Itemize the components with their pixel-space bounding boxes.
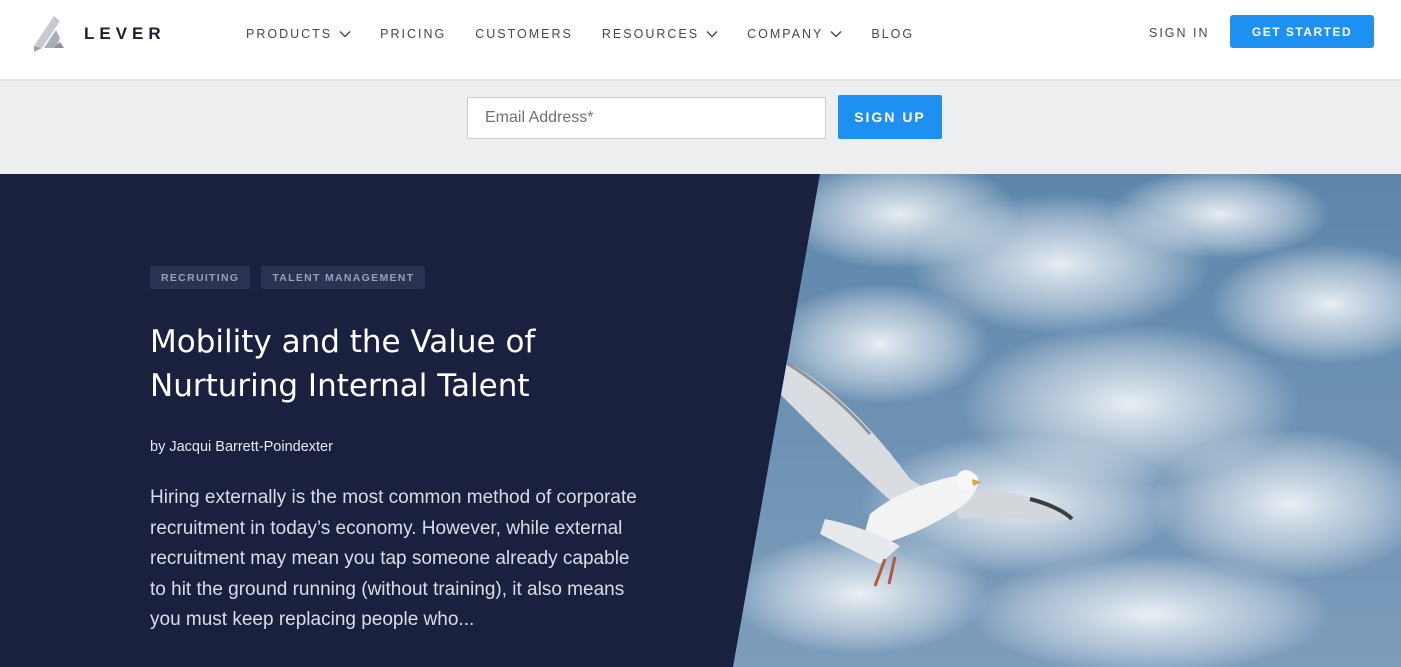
get-started-button[interactable]: GET STARTED [1230,15,1374,48]
site-header: LEVER PRODUCTS PRICING CUSTOMERS RESOURC… [0,0,1401,81]
article-tags: RECRUITING TALENT MANAGEMENT [150,266,436,289]
brand-name: LEVER [84,24,166,43]
main-nav: PRODUCTS PRICING CUSTOMERS RESOURCES COM… [246,26,943,42]
nav-label: CUSTOMERS [475,27,573,41]
featured-article-hero: RECRUITING TALENT MANAGEMENT Mobility an… [0,174,1401,667]
sign-in-link[interactable]: SIGN IN [1149,26,1210,40]
nav-resources[interactable]: RESOURCES [602,27,718,41]
nav-products[interactable]: PRODUCTS [246,27,351,41]
chevron-down-icon [706,31,718,38]
nav-label: PRICING [380,27,447,41]
chevron-down-icon [339,31,351,38]
nav-label: BLOG [871,27,915,41]
lever-logo-icon [34,16,64,52]
nav-label: COMPANY [747,27,824,41]
nav-label: PRODUCTS [246,27,333,41]
tag-recruiting[interactable]: RECRUITING [150,266,251,289]
logo[interactable]: LEVER [34,16,166,52]
chevron-down-icon [830,31,842,38]
nav-company[interactable]: COMPANY [747,27,842,41]
nav-pricing[interactable]: PRICING [380,27,446,41]
article-excerpt: Hiring externally is the most common met… [150,487,637,630]
email-input[interactable] [467,97,826,139]
article-title[interactable]: Mobility and the Value of Nurturing Inte… [150,320,630,408]
newsletter-signup-band: SIGN UP [0,81,1401,174]
nav-blog[interactable]: BLOG [871,27,914,41]
nav-customers[interactable]: CUSTOMERS [475,27,573,41]
sign-up-button[interactable]: SIGN UP [838,95,942,139]
article-byline[interactable]: by Jacqui Barrett-Poindexter [150,439,333,455]
nav-label: RESOURCES [601,27,700,41]
tag-talent-management[interactable]: TALENT MANAGEMENT [261,266,426,289]
